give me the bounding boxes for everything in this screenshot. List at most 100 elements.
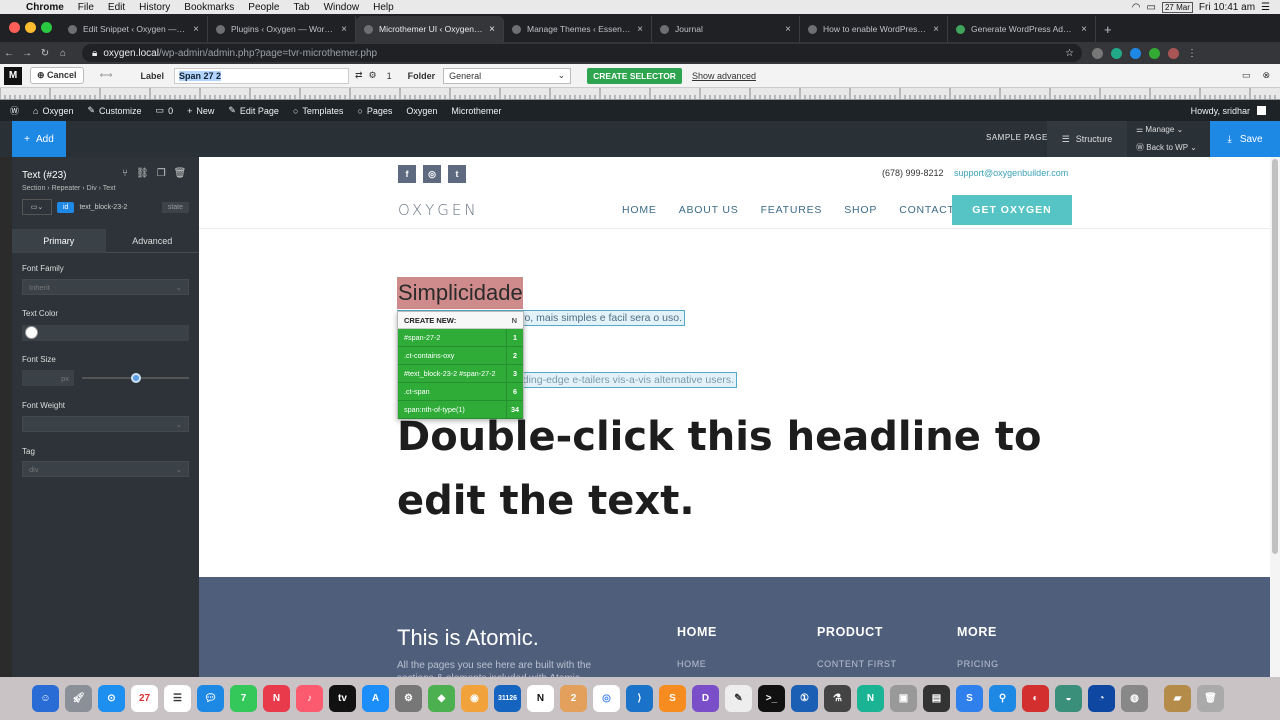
photo-booth-icon[interactable]: ▤ [923, 685, 950, 712]
nav-contact[interactable]: CONTACT [899, 204, 955, 216]
scrollbar-thumb[interactable] [1272, 159, 1278, 554]
avatar[interactable] [1257, 106, 1266, 115]
notion-icon[interactable]: N [527, 685, 554, 712]
battery-icon[interactable]: ▭ [1147, 2, 1156, 13]
color-swatch[interactable] [25, 326, 38, 339]
hierarchy-icon[interactable]: ⑂ [122, 168, 128, 179]
canvas-scrollbar[interactable] [1270, 157, 1280, 677]
create-selector-button[interactable]: CREATE SELECTOR [587, 67, 682, 84]
menu-file[interactable]: File [78, 2, 94, 13]
text-color-field[interactable] [22, 325, 189, 341]
flask-icon[interactable]: ⚗ [824, 685, 851, 712]
music-icon[interactable]: ♪ [296, 685, 323, 712]
browser-tab[interactable]: Journal × [652, 16, 800, 42]
back-to-wp-menu[interactable]: Ⓦ Back to WP ⌄ [1136, 142, 1197, 153]
vscode-icon[interactable]: ⟩ [626, 685, 653, 712]
site-logo[interactable]: OXYGEN [398, 201, 479, 219]
nav-home[interactable]: HOME [622, 204, 657, 216]
cookie-icon[interactable]: 2 [560, 685, 587, 712]
bookmark-star-icon[interactable]: ☆ [1065, 48, 1074, 59]
wp-howdy-user[interactable]: Howdy, sridhar [1191, 106, 1250, 116]
terminal-icon[interactable]: >_ [758, 685, 785, 712]
structure-button[interactable]: ☰ Structure [1047, 121, 1127, 157]
outlook-icon[interactable]: 31126 [494, 685, 521, 712]
news-icon[interactable]: N [263, 685, 290, 712]
wp-logo-icon[interactable]: Ⓦ [10, 104, 19, 117]
close-tab-icon[interactable]: × [933, 24, 939, 35]
calendar-icon[interactable]: 27 [131, 685, 158, 712]
nav-shop[interactable]: SHOP [844, 204, 877, 216]
close-tab-icon[interactable]: × [341, 24, 347, 35]
forward-icon[interactable]: → [18, 48, 36, 59]
cancel-button[interactable]: ⊕ Cancel [30, 67, 84, 84]
facebook-icon[interactable]: f [398, 165, 416, 183]
show-advanced-link[interactable]: Show advanced [692, 71, 756, 81]
duplicate-icon[interactable]: ❐ [157, 168, 166, 179]
wp-oxygen-link[interactable]: Oxygen [406, 106, 437, 116]
nav-about-us[interactable]: ABOUT US [679, 204, 739, 216]
footer-description[interactable]: All the pages you see here are built wit… [397, 659, 612, 677]
browser-tab-active[interactable]: Microthemer UI ‹ Oxygen — WordPress× [356, 16, 504, 42]
font-size-input[interactable]: px [22, 370, 74, 386]
menu-window[interactable]: Window [324, 2, 360, 13]
menu-help[interactable]: Help [373, 2, 394, 13]
font-family-select[interactable]: Inherit ⌄ [22, 279, 189, 295]
app-icon[interactable]: ◐ [1022, 685, 1049, 712]
get-oxygen-button[interactable]: GET OXYGEN [952, 195, 1072, 225]
trash-icon[interactable]: 🗑︎ [174, 168, 187, 179]
sync-icon[interactable]: ⇄ [355, 70, 363, 81]
wp-edit-page-link[interactable]: ✎ Edit Page [228, 105, 279, 116]
address-bar[interactable]: 🔒︎ oxygen.local/wp-admin/admin.php?page=… [82, 44, 1082, 62]
menu-tab[interactable]: Tab [293, 2, 309, 13]
browser-tab[interactable]: Manage Themes ‹ Essence Pro× [504, 16, 652, 42]
save-button[interactable]: ⤓ Save [1210, 121, 1280, 157]
folder-icon[interactable]: ▰ [1164, 685, 1191, 712]
messages-icon[interactable]: 💬︎ [197, 685, 224, 712]
menu-history[interactable]: History [139, 2, 170, 13]
microthemer-logo[interactable]: M [4, 66, 22, 85]
extension-icon[interactable] [1111, 47, 1122, 59]
manage-menu[interactable]: ⚌ Manage ⌄ [1136, 125, 1183, 134]
selector-option[interactable]: #span-27-2 1 [398, 328, 523, 347]
sublime-icon[interactable]: S [659, 685, 686, 712]
extension-icon[interactable] [1149, 47, 1160, 59]
menu-list-icon[interactable]: ☰ [1261, 2, 1270, 13]
menu-edit[interactable]: Edit [108, 2, 125, 13]
close-tab-icon[interactable]: × [193, 24, 199, 35]
font-size-slider[interactable] [82, 373, 189, 383]
footer-title[interactable]: This is Atomic. [397, 625, 539, 651]
selector-option[interactable]: .ct-span 6 [398, 382, 523, 401]
wp-templates-link[interactable]: ○ Templates [293, 106, 343, 116]
maps-pin-icon[interactable]: ⚲ [989, 685, 1016, 712]
reminders-icon[interactable]: ☰ [164, 685, 191, 712]
1password-icon[interactable]: ① [791, 685, 818, 712]
close-window-icon[interactable] [9, 22, 20, 33]
state-button[interactable]: state [161, 201, 189, 213]
nav-features[interactable]: FEATURES [761, 204, 823, 216]
close-tab-icon[interactable]: × [489, 24, 495, 35]
facetime-icon[interactable]: 7 [230, 685, 257, 712]
page-headline[interactable]: Double-click this headline to edit the t… [397, 405, 1077, 533]
footer-link[interactable]: CONTENT FIRST [817, 659, 897, 669]
settings-gear-icon[interactable]: ⚙ [369, 70, 377, 81]
browser-tab[interactable]: How to enable WordPress Toolbar× [800, 16, 948, 42]
sketch-icon[interactable]: ◉ [461, 685, 488, 712]
preview-icon[interactable]: ▣ [890, 685, 917, 712]
tag-select[interactable]: div ⌄ [22, 461, 189, 477]
selector-option[interactable]: span:nth-of-type(1) 34 [398, 400, 523, 419]
email-link[interactable]: support@oxygenbuilder.com [954, 168, 1068, 178]
extension-icon[interactable] [1092, 47, 1103, 59]
footer-link[interactable]: PRICING [957, 659, 999, 669]
wp-pages-link[interactable]: ○ Pages [357, 106, 392, 116]
browser-tab[interactable]: Plugins ‹ Oxygen — WordPress× [208, 16, 356, 42]
back-icon[interactable]: ← [0, 48, 18, 59]
wp-new-link[interactable]: + New [187, 106, 214, 116]
nodejs-icon[interactable]: N [857, 685, 884, 712]
clock[interactable]: Fri 10:41 am [1199, 2, 1255, 13]
menu-app-name[interactable]: Chrome [26, 2, 64, 13]
browser-tab[interactable]: Generate WordPress Admin Bar× [948, 16, 1096, 42]
chrome-icon[interactable]: ◎ [593, 685, 620, 712]
close-tab-icon[interactable]: × [1081, 24, 1087, 35]
trash-icon[interactable]: 🗑︎ [1197, 685, 1224, 712]
zoom-window-icon[interactable] [41, 22, 52, 33]
